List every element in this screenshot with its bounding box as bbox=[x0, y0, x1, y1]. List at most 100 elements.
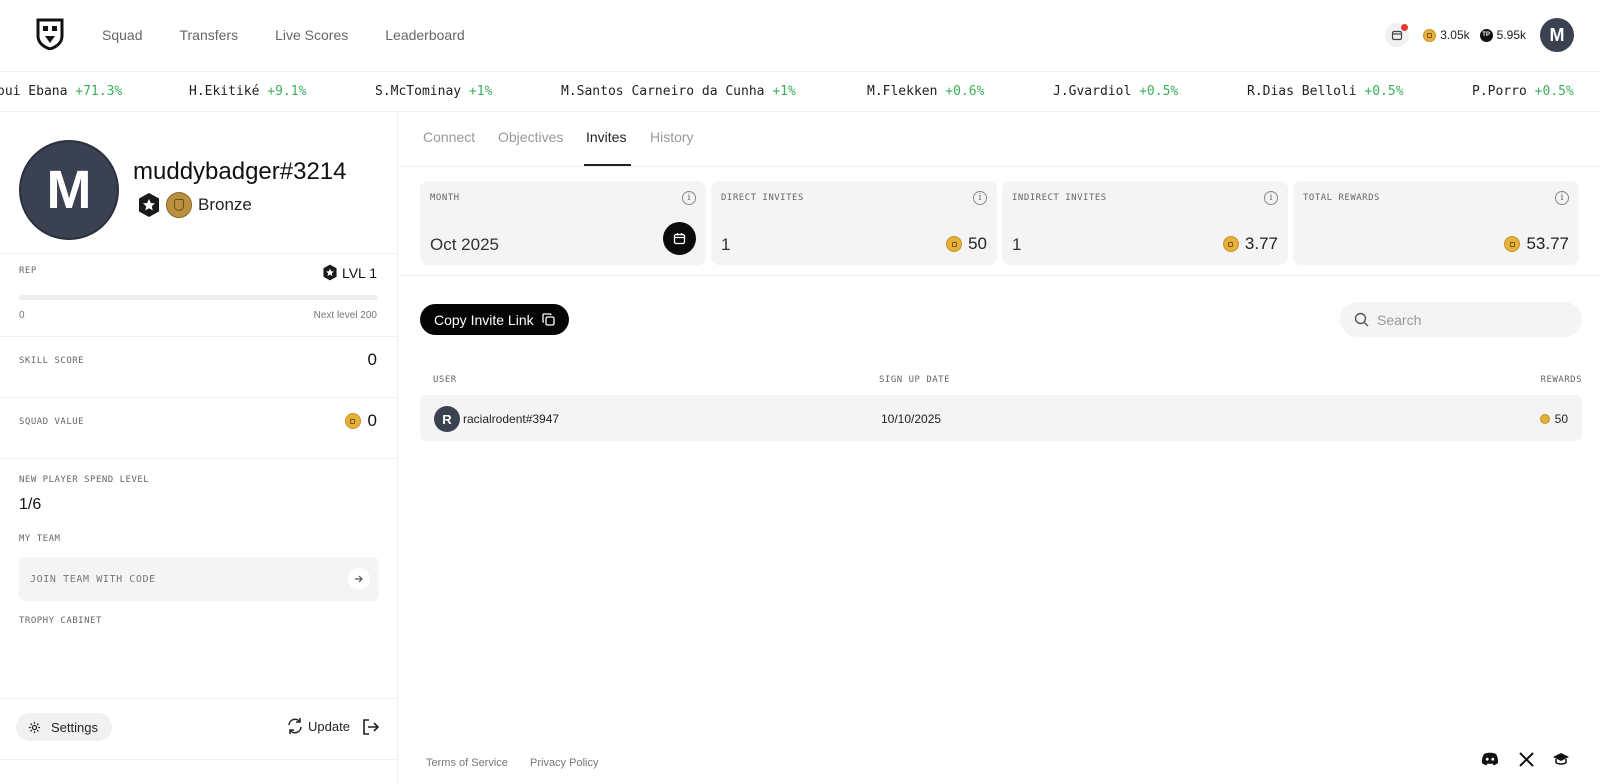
points-balance: TP 5.95k bbox=[1479, 28, 1526, 42]
logout-icon[interactable] bbox=[362, 718, 380, 736]
info-icon[interactable]: i bbox=[682, 191, 696, 205]
rep-min: 0 bbox=[19, 310, 25, 321]
ticker-change: +1% bbox=[468, 84, 493, 99]
privacy-policy-link[interactable]: Privacy Policy bbox=[530, 757, 598, 769]
info-icon[interactable]: i bbox=[973, 191, 987, 205]
spend-level-value: 1/6 bbox=[19, 496, 42, 513]
indirect-invites-reward: 3.77 bbox=[1222, 234, 1278, 254]
tab-invites[interactable]: Invites bbox=[586, 129, 626, 145]
discord-icon[interactable] bbox=[1480, 749, 1500, 769]
ticker-change: +0.5% bbox=[1364, 84, 1404, 99]
calendar-icon bbox=[673, 233, 686, 245]
search-box[interactable] bbox=[1340, 302, 1582, 337]
update-label: Update bbox=[308, 718, 350, 734]
ticker-item[interactable]: S.McTominay +1% bbox=[375, 84, 492, 99]
user-avatar[interactable]: M bbox=[1540, 18, 1574, 52]
divider bbox=[0, 397, 398, 398]
gear-icon bbox=[28, 721, 41, 733]
table-row[interactable]: R racialrodent#3947 10/10/2025 50 bbox=[420, 395, 1582, 441]
ticker-item[interactable]: R.Dias Belloli +0.5% bbox=[1247, 84, 1404, 99]
nav-transfers[interactable]: Transfers bbox=[179, 27, 238, 43]
row-signup-date: 10/10/2025 bbox=[881, 412, 942, 426]
spend-level-label: NEW PLAYER SPEND LEVEL bbox=[19, 475, 150, 485]
row-reward-value: 50 bbox=[1554, 412, 1568, 426]
ticker-change: +9.1% bbox=[267, 84, 307, 99]
month-picker-button[interactable] bbox=[663, 222, 696, 255]
divider bbox=[0, 458, 398, 459]
docs-book-icon[interactable] bbox=[1551, 749, 1571, 769]
direct-invites-card: DIRECT INVITES i 1 50 bbox=[711, 181, 997, 265]
logo-icon[interactable] bbox=[36, 18, 64, 50]
header-right: 3.05k TP 5.95k M bbox=[1385, 18, 1574, 52]
ticker-player: H.Ekitiké bbox=[189, 84, 260, 99]
active-tab-indicator bbox=[584, 164, 631, 166]
search-input[interactable] bbox=[1377, 311, 1567, 328]
ticker-change: +0.6% bbox=[945, 84, 985, 99]
copy-invite-link-label: Copy Invite Link bbox=[434, 311, 534, 328]
ticker-item[interactable]: P.Porro +0.5% bbox=[1472, 84, 1574, 99]
notifications-button[interactable] bbox=[1385, 23, 1410, 47]
profile-rank: Bronze bbox=[137, 192, 252, 218]
level-star-icon bbox=[323, 264, 337, 281]
settings-label: Settings bbox=[51, 719, 98, 735]
terms-of-service-link[interactable]: Terms of Service bbox=[426, 757, 508, 769]
tab-objectives[interactable]: Objectives bbox=[498, 129, 563, 145]
rep-level: LVL 1 bbox=[322, 264, 377, 281]
coin-icon bbox=[344, 413, 361, 429]
total-rewards-card: TOTAL REWARDS i 53.77 bbox=[1293, 181, 1579, 265]
trophy-cabinet-label: TROPHY CABINET bbox=[19, 616, 102, 626]
ticker-item[interactable]: J.Gvardiol +0.5% bbox=[1053, 84, 1178, 99]
ticker-change: +0.5% bbox=[1139, 84, 1179, 99]
tab-history[interactable]: History bbox=[650, 129, 694, 145]
top-header: Squad Transfers Live Scores Leaderboard … bbox=[0, 0, 1600, 72]
rep-next-level: Next level 200 bbox=[313, 310, 377, 321]
direct-invites-count: 1 bbox=[721, 235, 731, 254]
nav-live-scores[interactable]: Live Scores bbox=[275, 27, 348, 43]
row-username: racialrodent#3947 bbox=[463, 412, 560, 426]
ticker-item[interactable]: H.Ekitiké +9.1% bbox=[189, 84, 306, 99]
info-icon[interactable]: i bbox=[1264, 191, 1278, 205]
search-icon bbox=[1354, 312, 1369, 327]
direct-invites-reward: 50 bbox=[946, 234, 987, 254]
points-icon: TP bbox=[1479, 28, 1493, 42]
invites-main: Connect Objectives Invites History MONTH… bbox=[399, 113, 1600, 784]
tab-bar: Connect Objectives Invites History bbox=[399, 113, 1600, 167]
tab-connect[interactable]: Connect bbox=[423, 129, 475, 145]
row-user-avatar: R bbox=[434, 406, 460, 432]
ticker-item[interactable]: M.Flekken +0.6% bbox=[867, 84, 984, 99]
join-team-submit-button[interactable] bbox=[348, 568, 370, 590]
join-team-input[interactable]: JOIN TEAM WITH CODE bbox=[19, 557, 379, 601]
arrow-right-icon bbox=[355, 575, 363, 583]
ticker-player: M.Flekken bbox=[867, 84, 938, 99]
coin-icon bbox=[1222, 236, 1239, 252]
nav-leaderboard[interactable]: Leaderboard bbox=[385, 27, 464, 43]
profile-avatar: M bbox=[19, 140, 119, 240]
points-balance-value: 5.95k bbox=[1496, 28, 1526, 42]
rank-star-icon bbox=[139, 193, 159, 217]
rep-progress-bar bbox=[19, 295, 378, 300]
info-icon[interactable]: i bbox=[1555, 191, 1569, 205]
profile-username: muddybadger#3214 bbox=[133, 158, 347, 185]
skill-score-value: 0 bbox=[367, 350, 377, 369]
ticker-item[interactable]: M.Santos Carneiro da Cunha +1% bbox=[561, 84, 796, 99]
x-twitter-icon[interactable] bbox=[1516, 749, 1536, 769]
total-rewards-value: 53.77 bbox=[1504, 234, 1569, 254]
rank-name: Bronze bbox=[198, 195, 252, 214]
squad-value: 0 bbox=[344, 411, 377, 431]
squad-value-label: SQUAD VALUE bbox=[19, 417, 85, 427]
month-card-value: Oct 2025 bbox=[430, 235, 499, 254]
settings-button[interactable]: Settings bbox=[16, 713, 112, 741]
month-card-label: MONTH bbox=[430, 193, 460, 203]
ticker-player: P.Porro bbox=[1472, 84, 1527, 99]
calendar-notification-icon bbox=[1392, 30, 1403, 41]
direct-invites-label: DIRECT INVITES bbox=[721, 193, 804, 203]
column-header-rewards: REWARDS bbox=[1540, 375, 1582, 385]
update-button[interactable]: Update bbox=[286, 717, 350, 735]
ticker-item[interactable]: oui Ebana +71.3% bbox=[0, 84, 122, 99]
nav-squad[interactable]: Squad bbox=[102, 27, 142, 43]
indirect-invites-card: INDIRECT INVITES i 1 3.77 bbox=[1002, 181, 1288, 265]
divider bbox=[399, 275, 1600, 276]
indirect-invites-count: 1 bbox=[1012, 235, 1022, 254]
month-card: MONTH i Oct 2025 bbox=[420, 181, 706, 265]
copy-invite-link-button[interactable]: Copy Invite Link bbox=[420, 304, 569, 335]
